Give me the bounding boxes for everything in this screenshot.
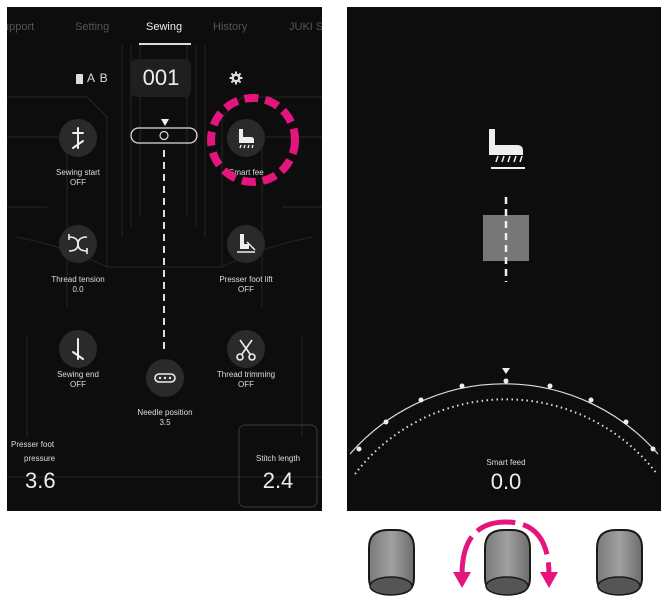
knob-icon[interactable] — [484, 529, 531, 596]
knob-icon[interactable] — [596, 529, 643, 596]
knob-icon[interactable] — [368, 529, 415, 596]
knob-illustration — [368, 519, 643, 596]
